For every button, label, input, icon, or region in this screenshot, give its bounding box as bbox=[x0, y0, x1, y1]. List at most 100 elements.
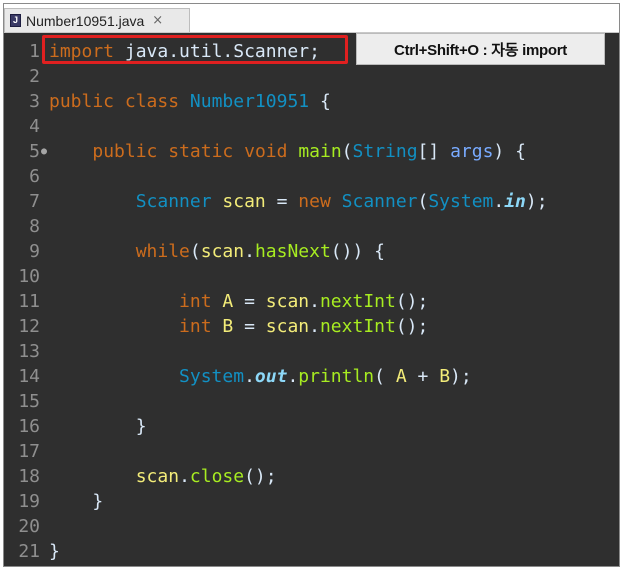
code-token: A bbox=[395, 366, 407, 387]
code-line[interactable]: 12 int B = scan.nextInt(); bbox=[4, 314, 619, 339]
code-token: System bbox=[179, 366, 245, 387]
code-line[interactable]: 21} bbox=[4, 539, 619, 564]
code-token: static bbox=[168, 141, 234, 162]
code-text: int A = scan.nextInt(); bbox=[49, 289, 428, 314]
code-token: close bbox=[189, 466, 245, 487]
code-line[interactable]: 19 } bbox=[4, 489, 619, 514]
code-text: int B = scan.nextInt(); bbox=[49, 314, 428, 339]
line-number: 18 bbox=[18, 466, 40, 487]
code-token: while bbox=[135, 241, 190, 262]
close-icon[interactable]: × bbox=[152, 13, 163, 28]
line-number: 7 bbox=[29, 191, 40, 212]
code-line[interactable]: 5 ● public static void main(String[] args… bbox=[4, 139, 619, 164]
code-token: in bbox=[504, 191, 526, 212]
code-line[interactable]: 13 bbox=[4, 339, 619, 364]
tab-title: Number10951.java bbox=[26, 12, 145, 29]
code-line[interactable]: 3 public class Number10951 { bbox=[4, 89, 619, 114]
code-line[interactable]: 17 bbox=[4, 439, 619, 464]
code-token: println bbox=[298, 366, 375, 387]
line-number: 5 bbox=[29, 141, 40, 162]
line-number: 15 bbox=[18, 391, 40, 412]
code-token: scan bbox=[265, 291, 310, 312]
code-token: . bbox=[179, 466, 190, 487]
code-token: Scanner bbox=[135, 191, 212, 212]
code-token: + bbox=[406, 366, 440, 387]
line-number: 1 bbox=[29, 41, 40, 62]
code-token: B bbox=[222, 316, 234, 337]
code-token: args bbox=[450, 141, 494, 162]
code-line[interactable]: 9 while(scan.hasNext()) { bbox=[4, 239, 619, 264]
code-token: . bbox=[309, 291, 320, 312]
code-token: (); bbox=[244, 466, 277, 487]
code-editor[interactable]: 1 import java.util.Scanner; 2 3 public class… bbox=[4, 33, 619, 566]
import-highlight-box bbox=[42, 35, 348, 64]
code-line[interactable]: 2 bbox=[4, 64, 619, 89]
line-number: 3 bbox=[29, 91, 40, 112]
code-token: (); bbox=[395, 291, 429, 312]
editor-window: J Number10951.java × 1 import java.util.S… bbox=[3, 3, 620, 567]
tab-bar: J Number10951.java × bbox=[4, 4, 619, 33]
code-line[interactable]: 20 bbox=[4, 514, 619, 539]
line-number: 17 bbox=[18, 441, 40, 462]
code-token: ( bbox=[374, 366, 396, 387]
code-token: [] bbox=[417, 141, 451, 162]
line-number: 13 bbox=[18, 341, 40, 362]
tab-number10951-java[interactable]: J Number10951.java × bbox=[4, 8, 190, 32]
code-token: = bbox=[233, 316, 266, 337]
code-token: . bbox=[244, 241, 255, 262]
fold-marker-icon[interactable]: ● bbox=[41, 139, 47, 164]
line-number: 14 bbox=[18, 366, 40, 387]
code-token: hasNext bbox=[254, 241, 331, 262]
code-token: main bbox=[298, 141, 342, 162]
code-token: = bbox=[233, 291, 266, 312]
code-token: ); bbox=[525, 191, 548, 212]
code-line[interactable]: 10 bbox=[4, 264, 619, 289]
code-text: System.out.println( A + B); bbox=[49, 364, 472, 389]
code-token: nextInt bbox=[319, 291, 396, 312]
code-line[interactable]: 11 int A = scan.nextInt(); bbox=[4, 289, 619, 314]
code-token: A bbox=[222, 291, 234, 312]
code-line[interactable]: 18 scan.close(); bbox=[4, 464, 619, 489]
code-token: scan bbox=[222, 191, 266, 212]
code-line[interactable]: 15 bbox=[4, 389, 619, 414]
code-token: public bbox=[49, 91, 115, 112]
line-number: 2 bbox=[29, 66, 40, 87]
code-line[interactable]: 16 } bbox=[4, 414, 619, 439]
code-token: } bbox=[49, 416, 147, 437]
code-token: scan bbox=[135, 466, 180, 487]
code-line[interactable]: 14 System.out.println( A + B); bbox=[4, 364, 619, 389]
code-token: void bbox=[244, 141, 288, 162]
code-text: while(scan.hasNext()) { bbox=[49, 239, 385, 264]
code-line[interactable]: 8 bbox=[4, 214, 619, 239]
code-token: . bbox=[287, 366, 299, 387]
code-token: nextInt bbox=[319, 316, 396, 337]
code-token: System bbox=[428, 191, 494, 212]
code-token: int bbox=[179, 291, 212, 312]
code-token: scan bbox=[265, 316, 310, 337]
code-token: { bbox=[309, 91, 331, 112]
line-number: 19 bbox=[18, 491, 40, 512]
line-number: 6 bbox=[29, 166, 40, 187]
code-text: public static void main(String[] args) { bbox=[49, 139, 526, 164]
line-number: 20 bbox=[18, 516, 40, 537]
code-token: scan bbox=[200, 241, 245, 262]
code-line[interactable]: 6 bbox=[4, 164, 619, 189]
code-token: Number10951 bbox=[189, 91, 310, 112]
code-line[interactable]: 7 Scanner scan = new Scanner(System.in); bbox=[4, 189, 619, 214]
code-token: } bbox=[49, 491, 104, 512]
code-token: ( bbox=[189, 241, 201, 262]
code-token: } bbox=[49, 541, 60, 562]
code-line[interactable]: 4 bbox=[4, 114, 619, 139]
